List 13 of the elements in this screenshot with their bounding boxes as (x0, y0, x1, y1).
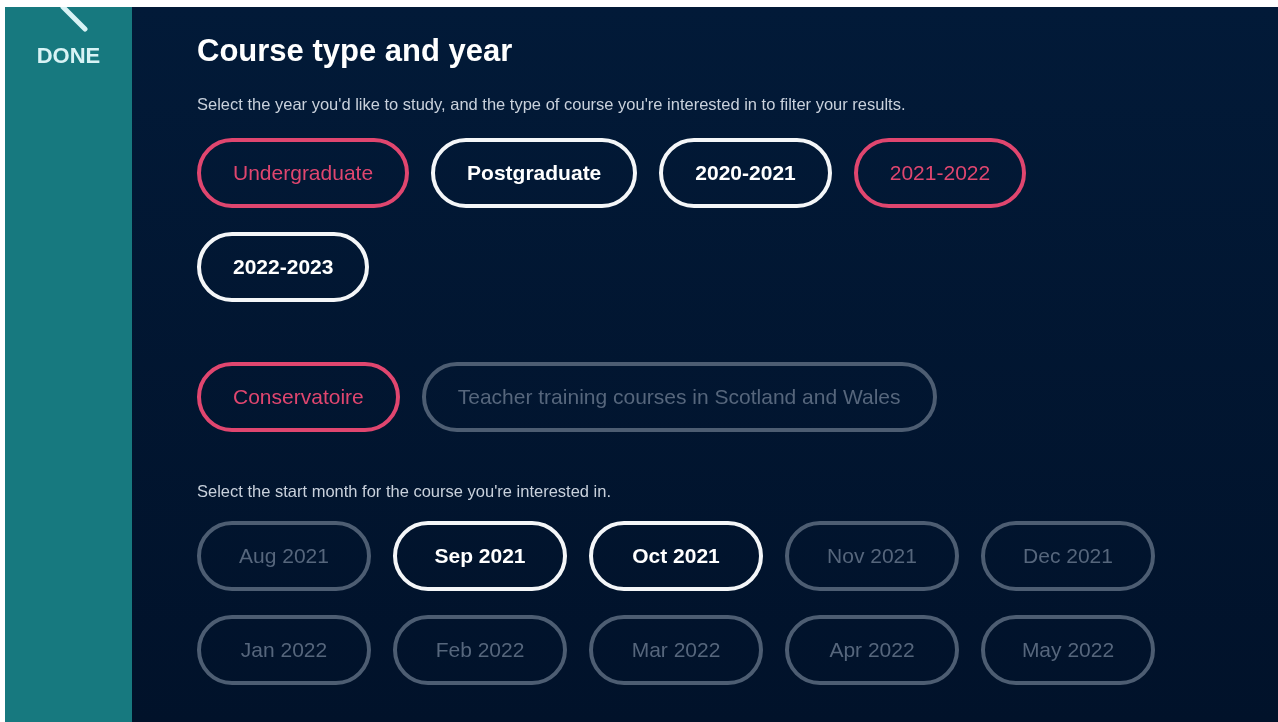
filter-chip[interactable]: Undergraduate (197, 138, 410, 208)
diagonal-line-icon (58, 7, 89, 33)
filter-chip[interactable]: Oct 2021 (589, 521, 763, 591)
month-prompt: Select the start month for the course you're interested in. (197, 482, 613, 501)
filter-chip[interactable]: Conservatoire (197, 362, 400, 432)
filter-chip[interactable]: Postgraduate (431, 138, 638, 208)
filter-chip[interactable]: 2020-2021 (659, 138, 832, 208)
section-description: Select the year you'd like to study, and the type of course you're interested in to filter your results. (197, 95, 907, 114)
section-title: Course type and year (197, 33, 514, 69)
filter-chip[interactable]: 2022-2023 (197, 232, 370, 302)
filter-chip[interactable]: Sep 2021 (393, 521, 567, 591)
filter-chip[interactable]: 2021-2022 (853, 138, 1027, 208)
done-button[interactable]: DONE (30, 39, 107, 73)
